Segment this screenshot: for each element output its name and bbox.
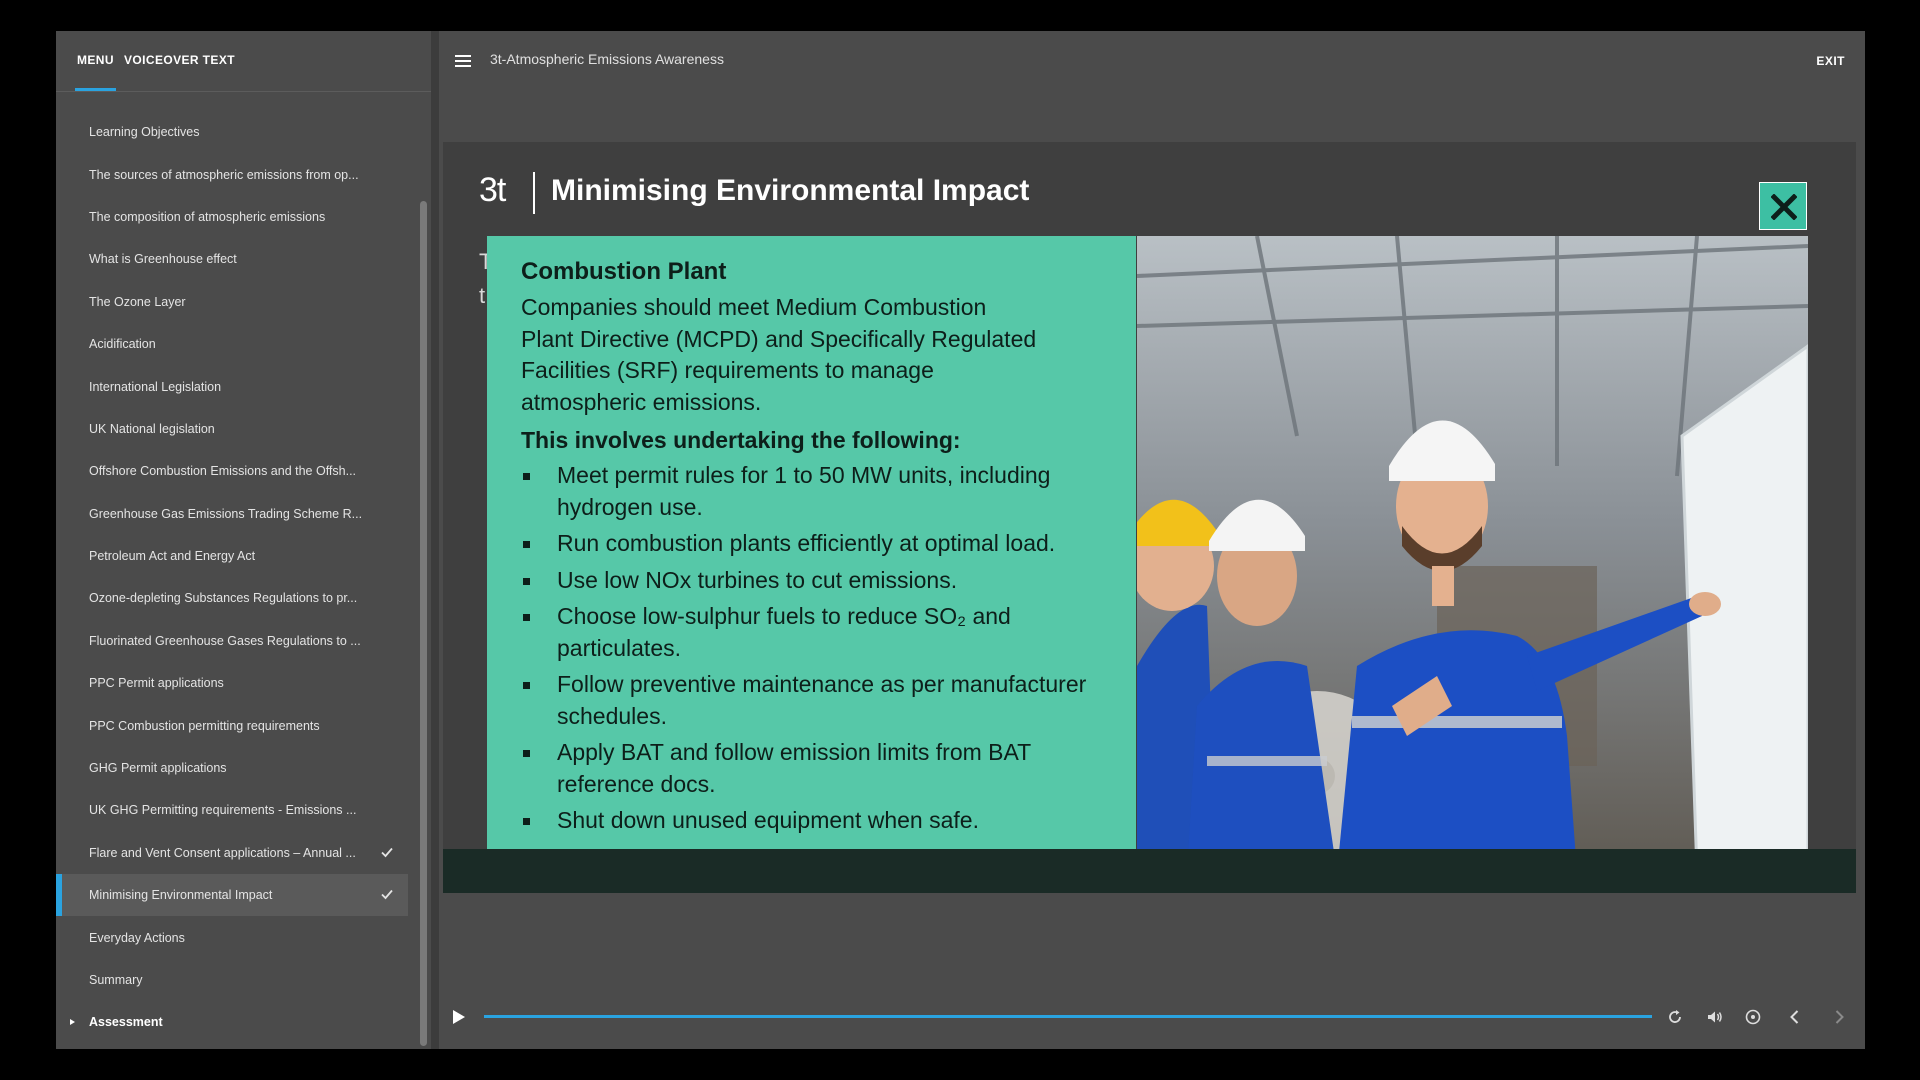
menu-item-label: Everyday Actions — [89, 930, 185, 945]
list-item: Choose low-sulphur fuels to reduce SO₂ a… — [521, 601, 1108, 664]
slide-footer — [443, 849, 1856, 893]
menu-item-label: The sources of atmospheric emissions fro… — [89, 167, 359, 182]
expand-caret-icon — [70, 1019, 75, 1026]
course-player: MENU VOICEOVER TEXT Learning Objectives … — [56, 31, 1865, 1049]
menu-item-label: UK GHG Permitting requirements - Emissio… — [89, 803, 357, 818]
list-item: Use low NOx turbines to cut emissions. — [521, 565, 1108, 597]
checkmark-icon — [381, 847, 393, 857]
menu-item-fluorinated-gases[interactable]: Fluorinated Greenhouse Gases Regulations… — [56, 620, 408, 662]
menu-list: Learning Objectives The sources of atmos… — [56, 111, 408, 1044]
menu-item-label: International Legislation — [89, 379, 222, 394]
play-icon[interactable] — [453, 1010, 465, 1024]
info-popup: Combustion Plant Companies should meet M… — [487, 236, 1808, 873]
menu-item-label: Greenhouse Gas Emissions Trading Scheme … — [89, 506, 363, 521]
engineers-photo — [1137, 236, 1808, 873]
list-item: Meet permit rules for 1 to 50 MW units, … — [521, 460, 1108, 523]
menu-item-uk-ghg-permitting[interactable]: UK GHG Permitting requirements - Emissio… — [56, 789, 408, 831]
menu-item-minimising-environmental-impact[interactable]: Minimising Environmental Impact — [56, 874, 408, 917]
menu-item-label: UK National legislation — [89, 421, 215, 436]
engineers-illustration — [1137, 236, 1808, 873]
menu-item-greenhouse-effect[interactable]: What is Greenhouse effect — [56, 238, 408, 280]
checkmark-icon — [381, 889, 393, 900]
menu-item-summary[interactable]: Summary — [56, 959, 408, 1001]
menu-item-ppc-permit-applications[interactable]: PPC Permit applications — [56, 662, 408, 704]
menu-item-petroleum-act[interactable]: Petroleum Act and Energy Act — [56, 535, 408, 577]
menu-item-sources-of-emissions[interactable]: The sources of atmospheric emissions fro… — [56, 153, 408, 195]
menu-item-acidification[interactable]: Acidification — [56, 323, 408, 365]
menu-item-offshore-combustion[interactable]: Offshore Combustion Emissions and the Of… — [56, 450, 408, 492]
course-title: 3t-Atmospheric Emissions Awareness — [490, 51, 724, 67]
exit-button[interactable]: EXIT — [1816, 54, 1845, 68]
close-popup-button[interactable] — [1759, 182, 1807, 230]
previous-icon[interactable] — [1786, 1008, 1804, 1026]
menu-item-ppc-combustion[interactable]: PPC Combustion permitting requirements — [56, 704, 408, 746]
slide-title: Minimising Environmental Impact — [551, 174, 1030, 207]
sidebar-divider — [431, 31, 439, 1049]
popup-heading: Combustion Plant — [521, 258, 727, 285]
menu-item-label: Assessment — [89, 1015, 163, 1030]
menu-item-learning-objectives[interactable]: Learning Objectives — [56, 111, 408, 153]
sidebar-scrollbar[interactable] — [420, 201, 427, 1046]
volume-icon[interactable] — [1706, 1008, 1724, 1026]
tab-menu[interactable]: MENU — [77, 53, 114, 67]
menu-item-international-legislation[interactable]: International Legislation — [56, 365, 408, 407]
header-separator — [533, 172, 535, 214]
menu-item-label: Ozone-depleting Substances Regulations t… — [89, 591, 358, 606]
menu-item-everyday-actions[interactable]: Everyday Actions — [56, 916, 408, 958]
menu-item-label: Fluorinated Greenhouse Gases Regulations… — [89, 633, 361, 648]
menu-item-label: Minimising Environmental Impact — [89, 888, 273, 903]
menu-item-label: PPC Combustion permitting requirements — [89, 718, 320, 733]
captions-icon[interactable] — [1744, 1008, 1762, 1026]
menu-item-label: What is Greenhouse effect — [89, 252, 237, 267]
sidebar-tabs: MENU VOICEOVER TEXT — [56, 31, 431, 92]
replay-icon[interactable] — [1666, 1008, 1684, 1026]
menu-item-label: Flare and Vent Consent applications – An… — [89, 845, 356, 860]
close-icon — [1771, 194, 1797, 220]
menu-item-ozone-layer[interactable]: The Ozone Layer — [56, 281, 408, 323]
list-item: Apply BAT and follow emission limits fro… — [521, 737, 1108, 800]
menu-item-ozone-depleting-regulations[interactable]: Ozone-depleting Substances Regulations t… — [56, 577, 408, 619]
menu-item-composition[interactable]: The composition of atmospheric emissions — [56, 196, 408, 238]
popup-text-panel: Combustion Plant Companies should meet M… — [487, 236, 1136, 873]
menu-item-label: Offshore Combustion Emissions and the Of… — [89, 464, 357, 479]
menu-item-label: Summary — [89, 973, 143, 987]
menu-item-label: PPC Permit applications — [89, 676, 224, 691]
brand-logo: 3t — [479, 171, 506, 209]
popup-bullet-list: Meet permit rules for 1 to 50 MW units, … — [521, 460, 1108, 837]
slide-stage: 3t Minimising Environmental Impact T t C… — [443, 142, 1856, 893]
menu-item-label: Acidification — [89, 337, 156, 352]
progress-bar[interactable] — [484, 1015, 1652, 1018]
menu-item-label: The composition of atmospheric emissions — [89, 209, 326, 224]
menu-item-assessment[interactable]: Assessment — [56, 1001, 408, 1043]
active-tab-indicator — [75, 88, 116, 91]
menu-item-label: Learning Objectives — [89, 125, 200, 140]
menu-item-label: GHG Permit applications — [89, 761, 227, 776]
tab-voiceover-text[interactable]: VOICEOVER TEXT — [124, 53, 235, 67]
menu-item-uk-national-legislation[interactable]: UK National legislation — [56, 408, 408, 450]
list-item: Shut down unused equipment when safe. — [521, 805, 1108, 837]
menu-item-label: The Ozone Layer — [89, 294, 186, 309]
list-item: Follow preventive maintenance as per man… — [521, 669, 1108, 732]
hamburger-icon[interactable] — [455, 55, 471, 69]
menu-item-ghg-trading-scheme[interactable]: Greenhouse Gas Emissions Trading Scheme … — [56, 493, 408, 535]
list-item: Run combustion plants efficiently at opt… — [521, 528, 1108, 560]
popup-subheading: This involves undertaking the following: — [521, 427, 961, 453]
next-icon[interactable] — [1830, 1008, 1848, 1026]
menu-item-label: Petroleum Act and Energy Act — [89, 549, 256, 564]
menu-item-ghg-permit-applications[interactable]: GHG Permit applications — [56, 747, 408, 789]
popup-intro: Companies should meet Medium Combustion … — [521, 294, 1037, 415]
slide-header: 3t Minimising Environmental Impact — [443, 142, 1856, 237]
sidebar: MENU VOICEOVER TEXT Learning Objectives … — [56, 31, 431, 1049]
menu-item-flare-vent-consent[interactable]: Flare and Vent Consent applications – An… — [56, 832, 408, 874]
